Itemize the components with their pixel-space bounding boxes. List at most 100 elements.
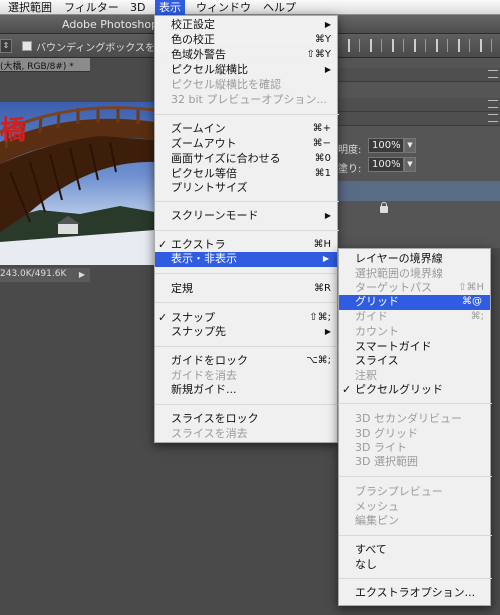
status-bar: 243.0K/491.6K ▶ [0,268,90,282]
menu-separator [155,201,339,202]
submenu-item-mesh: メッシュ [355,500,399,513]
opacity-dropdown[interactable]: ▼ [404,138,416,153]
show-submenu: レイヤーの境界線 選択範囲の境界線 ターゲットパス ⇧⌘H グリッド ⌘@ ガイ… [338,248,492,606]
menu-selection[interactable]: 選択範囲 [4,0,56,15]
menu-window[interactable]: ウィンドウ [192,0,255,15]
submenu-item-count: カウント [355,325,399,338]
align-vcenter-icon[interactable] [370,39,382,52]
submenu-item-selection-edges: 選択範囲の境界線 [355,267,443,280]
distribute-right-icon[interactable] [480,39,492,52]
menu-item-fit-on-screen[interactable]: 画面サイズに合わせる ⌘0 [155,152,339,167]
menu-item-zoom-out[interactable]: ズームアウト ⌘− [155,137,339,152]
opacity-label: 明度: [338,145,362,156]
menu-item-new-guide[interactable]: 新規ガイド... [155,383,339,398]
menu-separator [339,403,492,404]
status-menu-arrow[interactable]: ▶ [76,268,88,282]
menu-item-lock-guides[interactable]: ガイドをロック ⌥⌘; [155,354,339,369]
menu-item-snap[interactable]: ✓ スナップ ⇧⌘; [155,311,339,326]
menu-item-print-size[interactable]: プリントサイズ [155,181,339,196]
panel-header-2 [338,98,500,112]
menu-item-proof-colors[interactable]: 色の校正 ⌘Y [155,33,339,48]
submenu-arrow-icon: ▶ [324,327,331,336]
submenu-item-grid[interactable]: グリッド ⌘@ [339,295,490,310]
view-menu: 校正設定 ▶ 色の校正 ⌘Y 色域外警告 ⇧⌘Y ピクセル縦横比 ▶ ピクセル縦… [154,15,339,443]
document-tab-title: (大橋, RGB/8#) * [0,62,74,72]
submenu-arrow-icon: ▶ [322,254,329,263]
menu-item-screen-mode[interactable]: スクリーンモード ▶ [155,209,339,224]
menu-3d[interactable]: 3D [126,0,149,15]
menu-item-clear-slices: スライスを消去 [171,427,248,440]
fill-label: 塗り: [338,164,362,175]
menu-item-rulers[interactable]: 定規 ⌘R [155,282,339,297]
fill-field[interactable]: 100% [368,157,404,172]
submenu-arrow-icon: ▶ [324,211,331,220]
menu-separator [155,346,339,347]
submenu-item-slices[interactable]: スライス [339,354,492,369]
menu-bar: 選択範囲 フィルター 3D 表示 ウィンドウ ヘルプ [0,0,500,15]
panel-menu-icon[interactable] [488,100,498,108]
app-title: Adobe Photoshop [62,18,159,31]
menu-filter[interactable]: フィルター [60,0,123,15]
layers-panel: 明度: 100% ▼ 塗り: 100% ▼ [338,58,500,248]
menu-separator [155,114,339,115]
tool-preset-select[interactable]: ⇕ [0,39,12,53]
menu-item-show[interactable]: 表示・非表示 ▶ [155,252,337,267]
panel-header-3 [338,112,500,126]
submenu-item-smart-guides[interactable]: スマートガイド [339,340,492,355]
doc-size-readout: 243.0K/491.6K [0,269,67,279]
submenu-item-3d-lights: 3D ライト [355,441,407,454]
menu-separator [155,302,339,303]
document-tab[interactable]: (大橋, RGB/8#) * [0,58,90,72]
selected-layer-row[interactable] [338,181,500,201]
menu-item-pixel-aspect-ratio[interactable]: ピクセル縦横比 ▶ [155,63,339,78]
distribute-bottom-icon[interactable] [458,39,470,52]
submenu-item-3d-secondary-view: 3D セカンダリビュー [355,412,462,425]
menu-view[interactable]: 表示 [155,0,185,15]
submenu-item-edit-pins: 編集ピン [355,514,399,527]
submenu-item-3d-selection: 3D 選択範囲 [355,455,418,468]
canvas-overlay-text: 橋 [0,116,27,146]
submenu-arrow-icon: ▶ [324,65,331,74]
menu-item-snap-to[interactable]: スナップ先 ▶ [155,325,339,340]
distribute-center-icon[interactable] [436,39,448,52]
show-bounding-box-checkbox[interactable] [22,41,32,51]
menu-item-extras[interactable]: ✓ エクストラ ⌘H [155,238,339,253]
submenu-item-pixel-grid[interactable]: ✓ ピクセルグリッド [339,383,492,398]
fill-dropdown[interactable]: ▼ [404,157,416,172]
menu-help[interactable]: ヘルプ [259,0,300,15]
panel-menu-icon[interactable] [488,70,498,78]
menu-item-clear-guides: ガイドを消去 [171,369,237,382]
submenu-item-guides: ガイド ⌘; [355,310,484,323]
menu-item-gamut-warning[interactable]: 色域外警告 ⇧⌘Y [155,48,339,63]
menu-separator [155,404,339,405]
menu-separator [339,578,492,579]
menu-item-pixel-aspect-correction: ピクセル縦横比を確認 [171,78,281,91]
submenu-item-notes: 注釈 [355,369,377,382]
check-icon: ✓ [158,311,168,324]
menu-item-actual-pixels[interactable]: ピクセル等倍 ⌘1 [155,167,339,182]
panel-menu-icon[interactable] [488,114,498,122]
align-bottom-icon[interactable] [392,39,404,52]
menu-separator [155,230,339,231]
submenu-item-brush-preview: ブラシプレビュー [355,485,443,498]
menu-item-proof-setup[interactable]: 校正設定 ▶ [155,18,339,33]
menu-item-zoom-in[interactable]: ズームイン ⌘+ [155,122,339,137]
menu-item-lock-slices[interactable]: スライスをロック [155,412,339,427]
submenu-item-all[interactable]: すべて [339,543,492,558]
document-canvas[interactable]: 橋 [0,102,155,265]
submenu-item-3d-grid: 3D グリッド [355,427,418,440]
submenu-item-extras-options[interactable]: エクストラオプション... [339,586,492,601]
submenu-item-layer-edges[interactable]: レイヤーの境界線 [339,252,492,267]
align-top-icon[interactable] [348,39,360,52]
check-icon: ✓ [158,238,168,251]
check-icon: ✓ [342,383,352,396]
align-buttons [340,38,500,54]
menu-item-32bit-preview: 32 bit プレビューオプション... [171,93,327,106]
submenu-item-target-path: ターゲットパス ⇧⌘H [355,281,484,294]
menu-separator [339,476,492,477]
opacity-field[interactable]: 100% [368,138,404,153]
lock-icon [380,202,388,213]
distribute-top-icon[interactable] [414,39,426,52]
menu-separator [155,273,339,274]
submenu-item-none[interactable]: なし [339,558,492,573]
